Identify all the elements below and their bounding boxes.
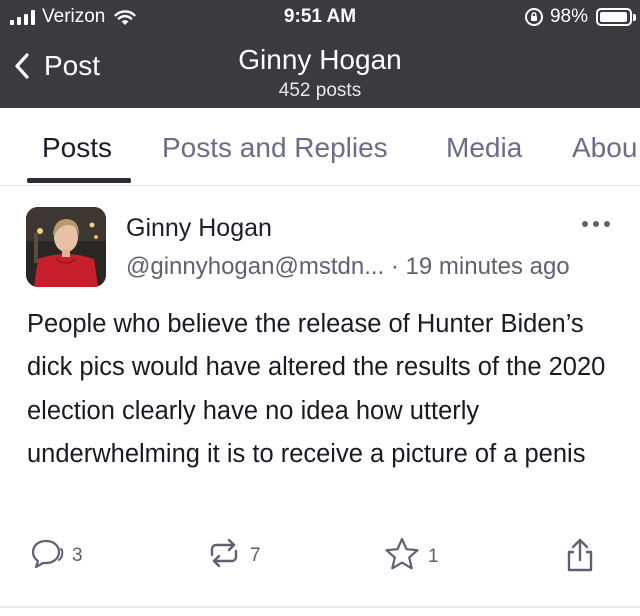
post-author-handle[interactable]: @ginnyhogan@mstdn... bbox=[126, 253, 384, 280]
tab-posts-and-replies[interactable]: Posts and Replies bbox=[162, 132, 388, 164]
ellipsis-icon[interactable] bbox=[582, 221, 610, 227]
status-right: 98% bbox=[524, 6, 636, 28]
avatar[interactable] bbox=[26, 207, 106, 287]
boost-button[interactable]: 7 bbox=[206, 537, 261, 569]
post-meta: @ginnyhogan@mstdn... · 19 minutes ago bbox=[126, 253, 570, 281]
post-timestamp: 19 minutes ago bbox=[405, 253, 570, 280]
meta-separator: · bbox=[390, 253, 399, 280]
battery-icon bbox=[596, 8, 636, 26]
divider bbox=[0, 606, 640, 608]
post-content: People who believe the release of Hunter… bbox=[27, 310, 606, 469]
tab-about[interactable]: Abou bbox=[572, 132, 637, 164]
battery-percent: 98% bbox=[549, 6, 588, 27]
boost-count: 7 bbox=[250, 545, 261, 566]
favourite-button[interactable]: 1 bbox=[384, 537, 439, 571]
post-count: 452 posts bbox=[278, 80, 362, 101]
status-bar: Verizon 9:51 AM 98% bbox=[0, 0, 640, 36]
post-card[interactable]: Ginny Hogan @ginnyhogan@mstdn... · 19 mi… bbox=[0, 187, 640, 607]
active-tab-indicator bbox=[27, 178, 131, 183]
battery-fill bbox=[600, 12, 628, 22]
star-icon bbox=[385, 537, 419, 570]
boost-icon bbox=[210, 538, 238, 568]
tab-media[interactable]: Media bbox=[446, 132, 522, 164]
profile-tabs: Posts Posts and Replies Media Abou bbox=[0, 108, 640, 186]
avatar-photo bbox=[26, 207, 106, 287]
post-author-name[interactable]: Ginny Hogan bbox=[126, 214, 272, 243]
rotation-lock-icon bbox=[524, 8, 543, 26]
reply-count: 3 bbox=[72, 545, 83, 566]
page-title: Ginny Hogan bbox=[238, 44, 402, 75]
tab-posts[interactable]: Posts bbox=[42, 132, 112, 164]
share-icon bbox=[567, 538, 593, 572]
reply-button[interactable]: 3 bbox=[30, 537, 83, 569]
favourite-count: 1 bbox=[428, 546, 439, 567]
reply-bubble-icon bbox=[31, 539, 64, 569]
share-button[interactable] bbox=[564, 537, 596, 573]
top-bar: Verizon 9:51 AM 98% Post Ginny Hogan 452… bbox=[0, 0, 640, 108]
post-actions: 3 7 1 bbox=[0, 537, 640, 581]
